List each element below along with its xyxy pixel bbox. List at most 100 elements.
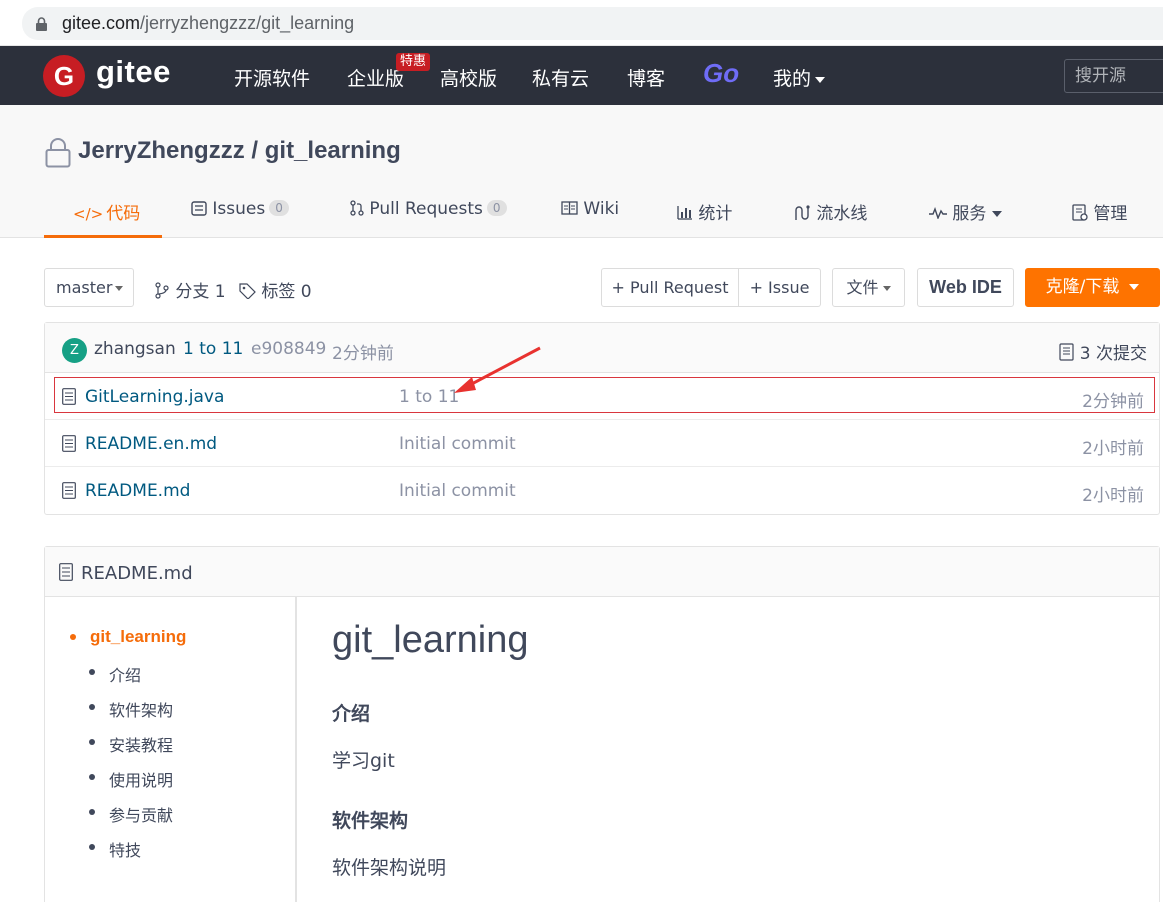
- toc-item-architecture[interactable]: 软件架构: [89, 697, 173, 721]
- bullet-icon: [89, 739, 95, 745]
- toc-item-git-learning[interactable]: git_learning: [70, 627, 187, 647]
- top-navigation: G gitee 开源软件 企业版 特惠 高校版 私有云 博客 Go 我的: [0, 46, 1163, 105]
- browser-address-bar: gitee.com/jerryzhengzzz/git_learning: [0, 0, 1163, 46]
- toc-item-label: 使用说明: [109, 771, 174, 790]
- bullet-icon: [89, 704, 95, 710]
- nav-blog[interactable]: 博客: [627, 64, 665, 91]
- repo-owner-link[interactable]: JerryZhengzzz: [78, 137, 245, 164]
- pipeline-icon: [795, 205, 810, 220]
- tab-pull-requests[interactable]: Pull Requests 0: [349, 199, 507, 238]
- bar-chart-icon: [677, 206, 692, 220]
- toc-item-intro[interactable]: 介绍: [89, 662, 141, 686]
- file-menu-label: 文件: [846, 278, 879, 297]
- latest-commit-bar: Z zhangsan 1 to 11 e908849 2分钟前 3 次提交: [45, 323, 1159, 373]
- branch-name: master: [56, 278, 113, 297]
- web-ide-button[interactable]: Web IDE: [917, 268, 1014, 307]
- file-commit-time: 2小时前: [1082, 486, 1144, 506]
- file-name-link[interactable]: GitLearning.java: [85, 387, 224, 407]
- readme-panel: README.md git_learning 介绍 软件架构 安装教程 使用说明…: [44, 546, 1160, 902]
- bullet-icon: [89, 844, 95, 850]
- section-text: 学习git: [332, 750, 395, 772]
- file-commit-message[interactable]: Initial commit: [399, 481, 516, 501]
- nav-open-source[interactable]: 开源软件: [234, 64, 310, 91]
- toc-item-label: 安装教程: [109, 736, 174, 755]
- gitee-logo-text[interactable]: gitee: [96, 54, 171, 90]
- tab-pull-requests-label: Pull Requests: [369, 199, 483, 219]
- file-menu-button[interactable]: 文件: [832, 268, 905, 307]
- tab-services[interactable]: 服务: [929, 199, 1003, 238]
- tab-manage[interactable]: 管理: [1072, 199, 1127, 238]
- repo-name-link[interactable]: git_learning: [265, 137, 401, 164]
- issues-icon: [191, 201, 207, 216]
- readme-header: README.md: [45, 547, 1159, 597]
- table-row: README.en.md Initial commit 2小时前: [45, 420, 1159, 467]
- tab-code-label: 代码: [106, 204, 141, 224]
- nav-mine-menu[interactable]: 我的: [773, 64, 826, 91]
- bullet-icon: [89, 669, 95, 675]
- repo-title: JerryZhengzzz / git_learning: [78, 137, 401, 165]
- tab-issues[interactable]: Issues 0: [191, 199, 289, 238]
- nav-go[interactable]: Go: [703, 58, 739, 89]
- book-icon: [561, 201, 578, 215]
- new-pull-request-button[interactable]: + Pull Request: [601, 268, 739, 307]
- tab-wiki[interactable]: Wiki: [561, 199, 619, 238]
- tab-statistics[interactable]: 统计: [677, 199, 732, 238]
- commit-count-link[interactable]: 3 次提交: [1059, 339, 1147, 364]
- lock-icon: [36, 17, 47, 31]
- tags-link[interactable]: 标签 0: [239, 277, 312, 302]
- toc-item-install[interactable]: 安装教程: [89, 732, 174, 756]
- file-commit-message[interactable]: 1 to 11: [399, 387, 459, 407]
- url-text: gitee.com/jerryzhengzzz/git_learning: [62, 13, 355, 33]
- tab-pipeline[interactable]: 流水线: [793, 199, 867, 238]
- tab-statistics-label: 统计: [698, 204, 733, 224]
- section-heading: 介绍: [332, 703, 371, 725]
- search-input[interactable]: [1065, 60, 1163, 92]
- branch-select[interactable]: master: [44, 268, 134, 307]
- commit-sha[interactable]: e908849: [251, 339, 326, 359]
- branches-label: 分支 1: [175, 282, 226, 302]
- bullet-icon: [89, 809, 95, 815]
- branches-link[interactable]: 分支 1: [154, 277, 226, 302]
- private-lock-icon: [45, 138, 71, 168]
- toc-item-contribute[interactable]: 参与贡献: [89, 802, 174, 826]
- tags-label: 标签 0: [261, 282, 312, 302]
- toc-item-label: 特技: [109, 841, 142, 860]
- commit-count-label: 3 次提交: [1079, 344, 1147, 364]
- issues-count-badge: 0: [269, 200, 289, 216]
- file-name-link[interactable]: README.en.md: [85, 434, 217, 454]
- toc-item-label: 参与贡献: [109, 806, 174, 825]
- repo-title-separator: /: [244, 137, 265, 164]
- search-box[interactable]: [1064, 59, 1163, 93]
- avatar[interactable]: Z: [62, 338, 87, 363]
- table-row: README.md Initial commit 2小时前: [45, 467, 1159, 514]
- readme-heading: git_learning: [332, 619, 529, 661]
- file-icon: [62, 388, 76, 405]
- manage-icon: [1072, 204, 1088, 221]
- commit-time: 2分钟前: [332, 344, 394, 364]
- bullet-icon: [70, 634, 76, 640]
- toc-item-features[interactable]: 特技: [89, 837, 142, 861]
- new-issue-button[interactable]: + Issue: [738, 268, 821, 307]
- url-field[interactable]: gitee.com/jerryzhengzzz/git_learning: [22, 7, 1163, 40]
- readme-file-icon: [59, 563, 73, 581]
- section-heading: 软件架构: [332, 810, 409, 832]
- file-commit-time: 2分钟前: [1082, 392, 1144, 412]
- toc-item-usage[interactable]: 使用说明: [89, 767, 174, 791]
- tab-code[interactable]: </> 代码: [44, 199, 162, 238]
- toc-item-label: git_learning: [90, 627, 187, 646]
- pull-requests-count-badge: 0: [486, 200, 507, 216]
- tab-issues-label: Issues: [212, 199, 266, 219]
- file-commit-message[interactable]: Initial commit: [399, 434, 516, 454]
- chevron-down-icon: [115, 286, 123, 291]
- nav-education[interactable]: 高校版: [440, 64, 497, 91]
- nav-mine-label: 我的: [773, 68, 812, 90]
- gitee-logo-icon[interactable]: G: [43, 55, 85, 97]
- file-name-link[interactable]: README.md: [85, 481, 190, 501]
- commit-message[interactable]: 1 to 11: [183, 339, 243, 359]
- clone-download-button[interactable]: 克隆/下载: [1025, 268, 1160, 307]
- promo-badge: 特惠: [396, 53, 431, 71]
- nav-private-cloud[interactable]: 私有云: [532, 64, 589, 91]
- file-icon: [62, 482, 76, 499]
- tab-pipeline-label: 流水线: [816, 204, 868, 224]
- commit-author[interactable]: zhangsan: [94, 339, 176, 359]
